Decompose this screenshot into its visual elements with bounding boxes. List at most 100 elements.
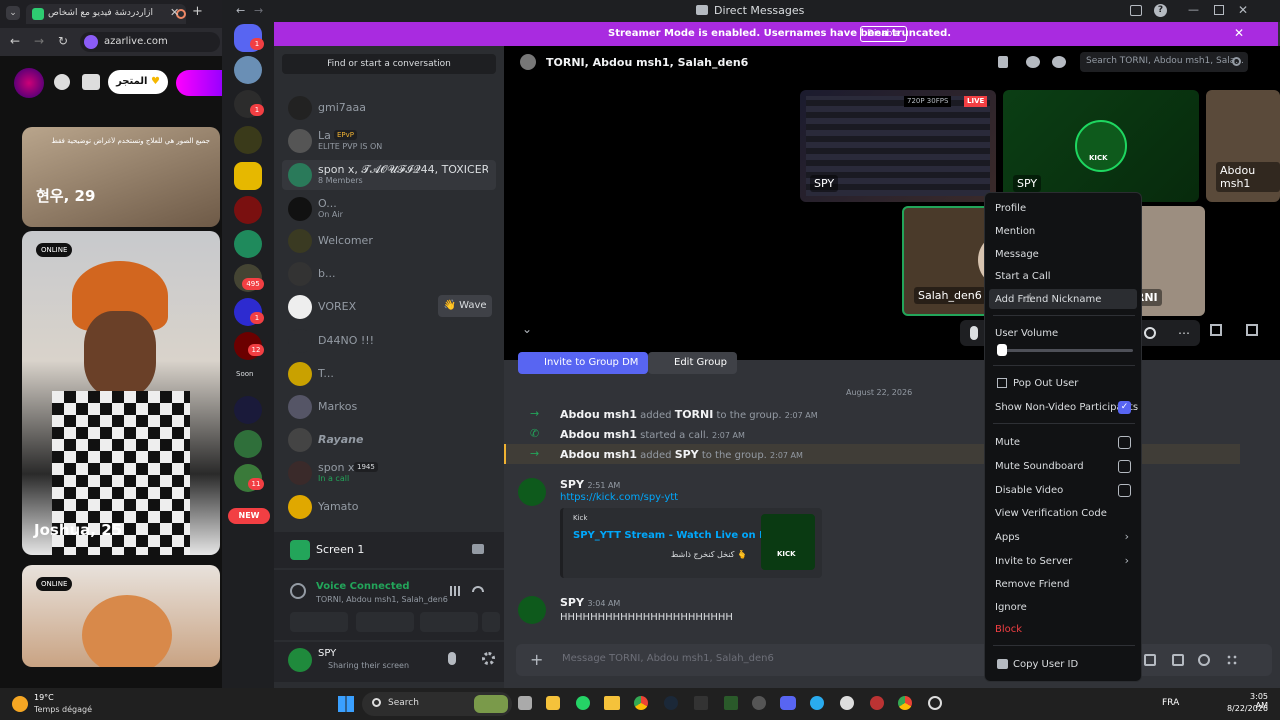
- server-icon[interactable]: [234, 430, 262, 458]
- edit-group-button[interactable]: Edit Group: [648, 352, 737, 374]
- app-icon[interactable]: [752, 696, 766, 710]
- volume-slider-track[interactable]: [997, 349, 1133, 352]
- stop-share-icon[interactable]: [472, 544, 484, 554]
- menu-item-copy-user-id[interactable]: Copy User ID: [1013, 659, 1078, 670]
- telegram-icon[interactable]: [810, 696, 824, 710]
- settings-gear-icon[interactable]: [482, 652, 495, 665]
- find-conversation-input[interactable]: Find or start a conversation: [282, 54, 496, 74]
- inbox-icon[interactable]: [1130, 5, 1142, 16]
- menu-item-add-friend-nickname[interactable]: Add Friend Nickname: [995, 294, 1101, 305]
- dm-item[interactable]: D44NO !!!: [282, 326, 496, 356]
- dm-item[interactable]: O... On Air: [282, 194, 496, 224]
- member-list-icon[interactable]: [1052, 56, 1066, 68]
- file-explorer-icon[interactable]: [604, 696, 620, 710]
- dm-item[interactable]: Rayane: [282, 425, 496, 455]
- back-icon[interactable]: ←: [236, 4, 245, 17]
- microphone-icon[interactable]: [970, 326, 978, 340]
- camera-off-button[interactable]: [290, 612, 348, 632]
- menu-item-start-call[interactable]: Start a Call: [995, 271, 1051, 282]
- user-name[interactable]: Abdou msh1: [560, 408, 637, 421]
- popout-icon[interactable]: [1210, 324, 1222, 336]
- share-screen-button[interactable]: [356, 612, 414, 632]
- upload-plus-icon[interactable]: +: [530, 650, 543, 669]
- dm-item[interactable]: Markos: [282, 392, 496, 422]
- dm-item[interactable]: Yamato: [282, 492, 496, 522]
- dm-item[interactable]: gmi7aaa: [282, 93, 496, 123]
- fullscreen-icon[interactable]: [1246, 324, 1258, 336]
- close-window-icon[interactable]: ✕: [1238, 3, 1248, 17]
- menu-item-remove-friend[interactable]: Remove Friend: [995, 579, 1070, 590]
- menu-item-invite-to-server[interactable]: Invite to Server: [995, 556, 1072, 567]
- discord-taskbar-icon[interactable]: [780, 696, 796, 710]
- target-name[interactable]: SPY: [675, 448, 699, 461]
- server-icon[interactable]: [234, 196, 262, 224]
- dm-item[interactable]: T...: [282, 359, 496, 389]
- dm-item[interactable]: b...: [282, 259, 496, 289]
- gif-icon[interactable]: [1144, 654, 1156, 666]
- microphone-icon[interactable]: [448, 652, 456, 665]
- new-badge[interactable]: NEW: [228, 508, 270, 524]
- new-tab-icon[interactable]: +: [192, 4, 203, 19]
- weather-icon[interactable]: [12, 696, 28, 712]
- menu-item-message[interactable]: Message: [995, 249, 1039, 260]
- menu-item-disable-video[interactable]: Disable Video: [995, 485, 1063, 496]
- close-tab-icon[interactable]: ✕: [170, 6, 179, 19]
- pin-icon[interactable]: [998, 56, 1008, 68]
- whatsapp-icon[interactable]: [576, 696, 590, 710]
- chrome-icon[interactable]: [634, 696, 648, 710]
- avatar[interactable]: [518, 478, 546, 506]
- message-composer[interactable]: + Message TORNI, Abdou msh1, Salah_den6: [516, 644, 1272, 676]
- menu-item-block[interactable]: Block: [995, 624, 1022, 635]
- shop-icon[interactable]: [82, 74, 100, 90]
- disable-streamer-button[interactable]: Disable: [860, 26, 908, 42]
- sticker-icon[interactable]: [1172, 654, 1184, 666]
- disable-video-checkbox[interactable]: [1118, 484, 1131, 497]
- profile-card[interactable]: جميع الصور هي للعلاج وتستخدم لأغراض توضي…: [22, 127, 220, 227]
- back-icon[interactable]: ←: [10, 34, 20, 48]
- store-icon[interactable]: [546, 696, 560, 710]
- menu-item-pop-out-user[interactable]: Pop Out User: [1013, 378, 1078, 389]
- close-banner-icon[interactable]: ✕: [1234, 26, 1244, 40]
- epic-games-icon[interactable]: [694, 696, 708, 710]
- user-name[interactable]: Abdou msh1: [560, 428, 637, 441]
- server-icon[interactable]: [234, 396, 262, 424]
- server-icon[interactable]: [234, 126, 262, 154]
- mute-checkbox[interactable]: [1118, 436, 1131, 449]
- bell-icon[interactable]: [54, 74, 70, 90]
- mute-soundboard-checkbox[interactable]: [1118, 460, 1131, 473]
- target-name[interactable]: TORNI: [675, 408, 714, 421]
- collapse-chevron-icon[interactable]: ⌄: [522, 322, 532, 336]
- soundboard-icon[interactable]: [1144, 327, 1156, 339]
- app-icon[interactable]: [840, 696, 854, 710]
- store-button[interactable]: المتجر ♥: [108, 70, 168, 94]
- server-icon[interactable]: [234, 162, 262, 190]
- embed-thumbnail[interactable]: KICK: [761, 514, 815, 570]
- checkbox-checked-icon[interactable]: ✓: [1118, 401, 1131, 414]
- wave-button[interactable]: 👋 Wave: [438, 295, 492, 317]
- voice-status[interactable]: Voice Connected: [316, 581, 410, 592]
- profile-card[interactable]: ONLINE: [22, 565, 220, 667]
- menu-item-mention[interactable]: Mention: [995, 226, 1035, 237]
- volume-slider-thumb[interactable]: [997, 344, 1007, 356]
- user-name[interactable]: SPY: [560, 596, 584, 609]
- voice-channel[interactable]: TORNI, Abdou msh1, Salah_den6: [316, 595, 448, 604]
- profile-card[interactable]: ONLINE Joshua, 25: [22, 231, 220, 555]
- avatar[interactable]: [518, 596, 546, 624]
- maximize-icon[interactable]: [1214, 5, 1224, 15]
- soundboard-button[interactable]: [482, 612, 500, 632]
- language-indicator[interactable]: FRA: [1162, 698, 1179, 708]
- site-info-icon[interactable]: [84, 35, 98, 49]
- app-icon[interactable]: [724, 696, 738, 710]
- activities-button[interactable]: [420, 612, 478, 632]
- menu-item-ignore[interactable]: Ignore: [995, 602, 1027, 613]
- menu-item-view-verification-code[interactable]: View Verification Code: [995, 508, 1107, 519]
- browser-tab[interactable]: أزاردردشة فيديو مع أشخاص: [26, 4, 186, 24]
- emoji-icon[interactable]: [1198, 654, 1210, 666]
- more-icon[interactable]: ⋯: [1178, 326, 1190, 340]
- windows-start-icon[interactable]: [338, 696, 354, 712]
- gift-button[interactable]: [176, 70, 222, 96]
- avatar[interactable]: [14, 68, 44, 98]
- menu-item-show-non-video[interactable]: Show Non-Video Participants: [995, 402, 1138, 413]
- dm-item[interactable]: VOREX 👋 Wave: [282, 292, 496, 322]
- chrome-icon[interactable]: [898, 696, 912, 710]
